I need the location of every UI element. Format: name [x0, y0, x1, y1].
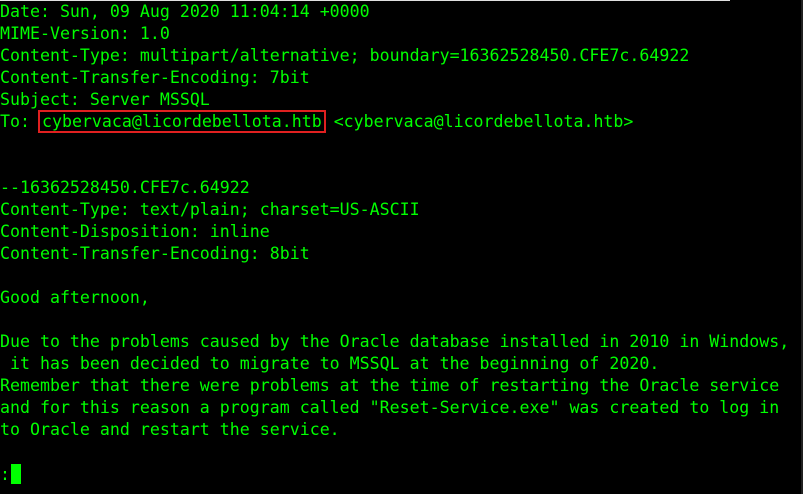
text-cursor: [11, 464, 21, 484]
header-subject: Subject: Server MSSQL: [0, 90, 210, 109]
body-line-2: it has been decided to migrate to MSSQL …: [0, 354, 660, 373]
to-address: <cybervaca@licordebellota.htb>: [323, 112, 634, 131]
pager-prompt[interactable]: :: [0, 463, 21, 485]
header-content-type: Content-Type: multipart/alternative; bou…: [0, 46, 690, 65]
header-to: To: cybervaca@licordebellota.htb <cyberv…: [0, 110, 634, 133]
body-line-4: and for this reason a program called "Re…: [0, 398, 780, 417]
terminal-window[interactable]: Date: Sun, 09 Aug 2020 11:04:14 +0000 MI…: [0, 0, 803, 494]
body-line-1: Due to the problems caused by the Oracle…: [0, 332, 790, 351]
highlighted-email: cybervaca@licordebellota.htb: [37, 110, 326, 133]
mime-boundary: --16362528450.CFE7c.64922: [0, 178, 250, 197]
to-label: To:: [0, 112, 40, 131]
prompt-colon: :: [0, 464, 10, 484]
body-line-3: Remember that there were problems at the…: [0, 376, 780, 395]
header-content-transfer-encoding: Content-Transfer-Encoding: 7bit: [0, 68, 310, 87]
body-line-5: to Oracle and restart the service.: [0, 420, 340, 439]
part-content-transfer-encoding: Content-Transfer-Encoding: 8bit: [0, 244, 310, 263]
header-date: Date: Sun, 09 Aug 2020 11:04:14 +0000: [0, 2, 370, 21]
part-content-type: Content-Type: text/plain; charset=US-ASC…: [0, 200, 420, 219]
header-mime-version: MIME-Version: 1.0: [0, 24, 170, 43]
body-greeting: Good afternoon,: [0, 288, 150, 307]
part-content-disposition: Content-Disposition: inline: [0, 222, 270, 241]
